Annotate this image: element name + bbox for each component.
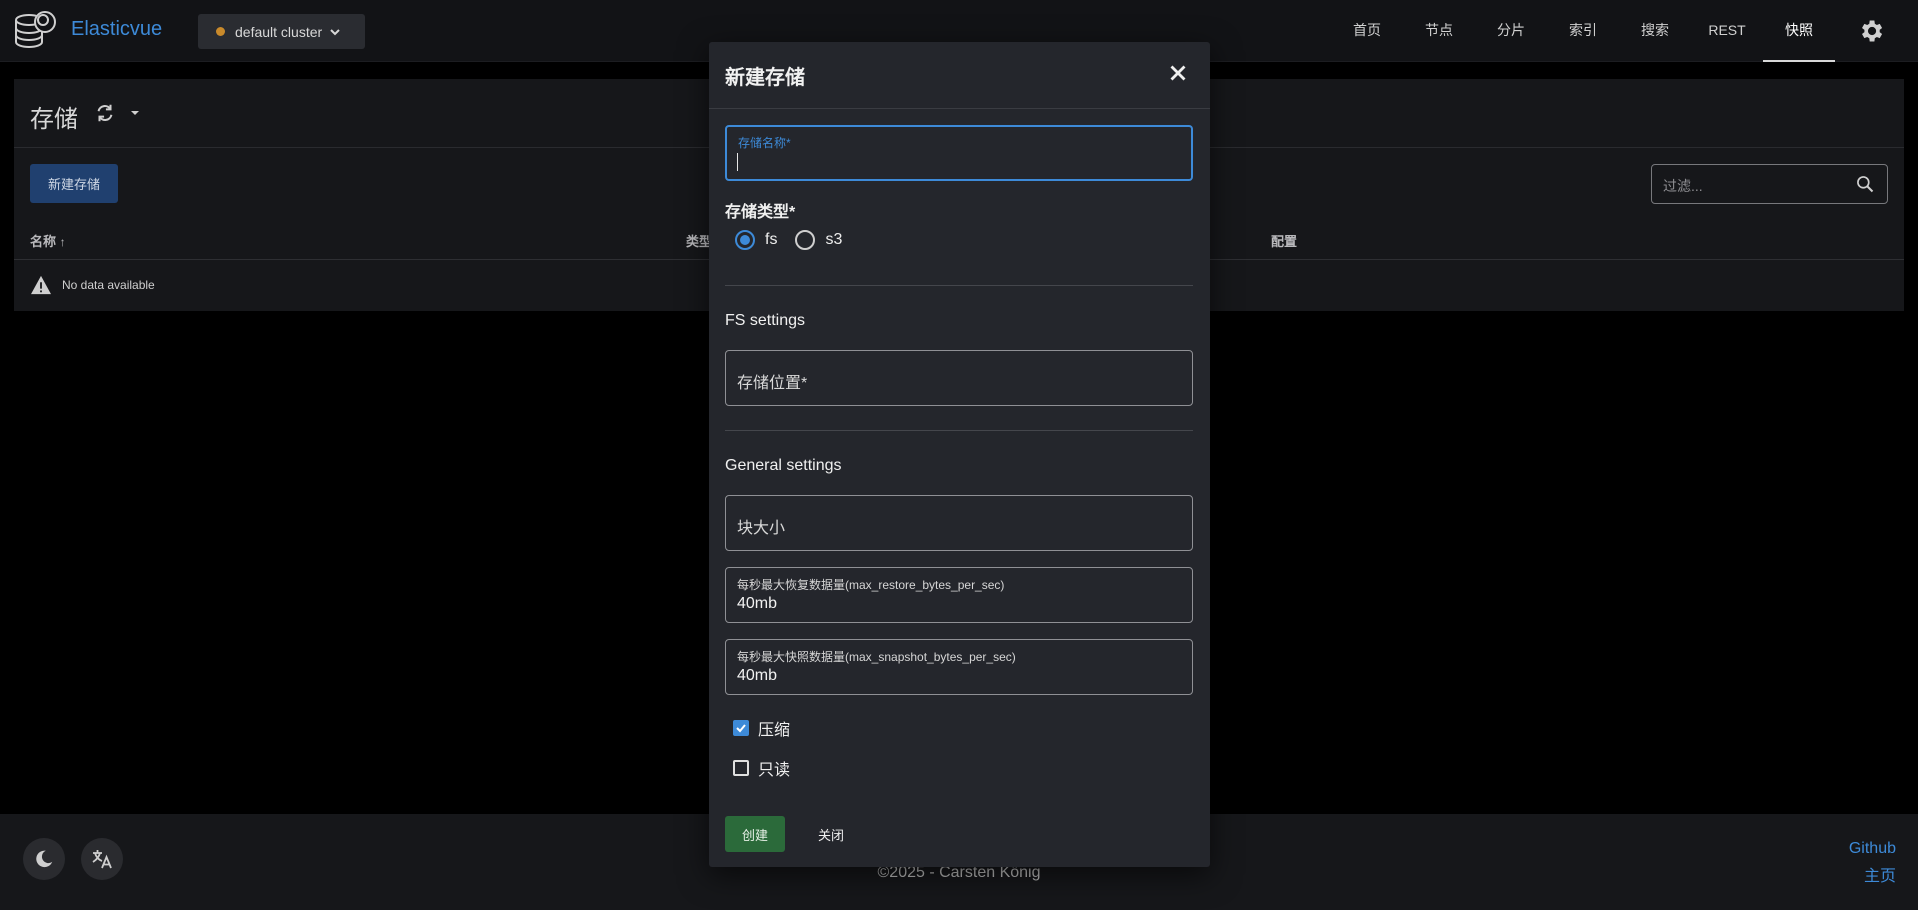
close-button[interactable]: 关闭	[801, 816, 861, 852]
new-repository-dialog: 新建存储 存储名称* 存储类型* fs s3 FS settings 存储位置*…	[709, 42, 1210, 867]
checkmark-icon	[736, 724, 746, 733]
close-icon[interactable]	[1165, 60, 1191, 86]
repository-type-label: 存储类型*	[725, 204, 796, 221]
readonly-checkbox[interactable]: 只读	[733, 756, 790, 780]
repository-name-input[interactable]: 存储名称*	[725, 125, 1193, 181]
readonly-label: 只读	[758, 762, 791, 779]
max-restore-bytes-label: 每秒最大恢复数据量(max_restore_bytes_per_sec)	[737, 578, 1005, 592]
readonly-checkbox-box	[733, 760, 749, 776]
radio-s3-indicator	[795, 230, 816, 250]
radio-fs-indicator	[735, 230, 755, 250]
dialog-header-divider	[709, 108, 1210, 109]
repository-type-radio-group: fs s3	[735, 230, 842, 250]
radio-s3[interactable]: s3	[795, 230, 842, 250]
compress-label: 压缩	[758, 722, 791, 739]
section-divider	[725, 285, 1193, 286]
text-cursor	[737, 153, 738, 171]
chunk-size-label: 块大小	[737, 520, 786, 537]
general-settings-heading: General settings	[725, 457, 842, 474]
max-restore-bytes-input[interactable]: 每秒最大恢复数据量(max_restore_bytes_per_sec) 40m…	[725, 567, 1193, 623]
max-restore-bytes-value: 40mb	[737, 595, 778, 612]
radio-fs[interactable]: fs	[735, 230, 777, 250]
radio-s3-label: s3	[825, 231, 843, 248]
compress-checkbox[interactable]: 压缩	[733, 716, 790, 740]
section-divider	[725, 430, 1193, 431]
max-snapshot-bytes-input[interactable]: 每秒最大快照数据量(max_snapshot_bytes_per_sec) 40…	[725, 639, 1193, 695]
repository-name-label: 存储名称*	[738, 136, 791, 150]
location-label: 存储位置*	[737, 375, 808, 392]
max-snapshot-bytes-value: 40mb	[737, 667, 778, 684]
radio-fs-label: fs	[765, 231, 778, 248]
create-button[interactable]: 创建	[725, 816, 785, 852]
max-snapshot-bytes-label: 每秒最大快照数据量(max_snapshot_bytes_per_sec)	[737, 650, 1016, 664]
chunk-size-input[interactable]: 块大小	[725, 495, 1193, 551]
location-input[interactable]: 存储位置*	[725, 350, 1193, 406]
compress-checkbox-box	[733, 720, 749, 736]
dialog-title: 新建存储	[725, 67, 805, 89]
fs-settings-heading: FS settings	[725, 312, 806, 329]
